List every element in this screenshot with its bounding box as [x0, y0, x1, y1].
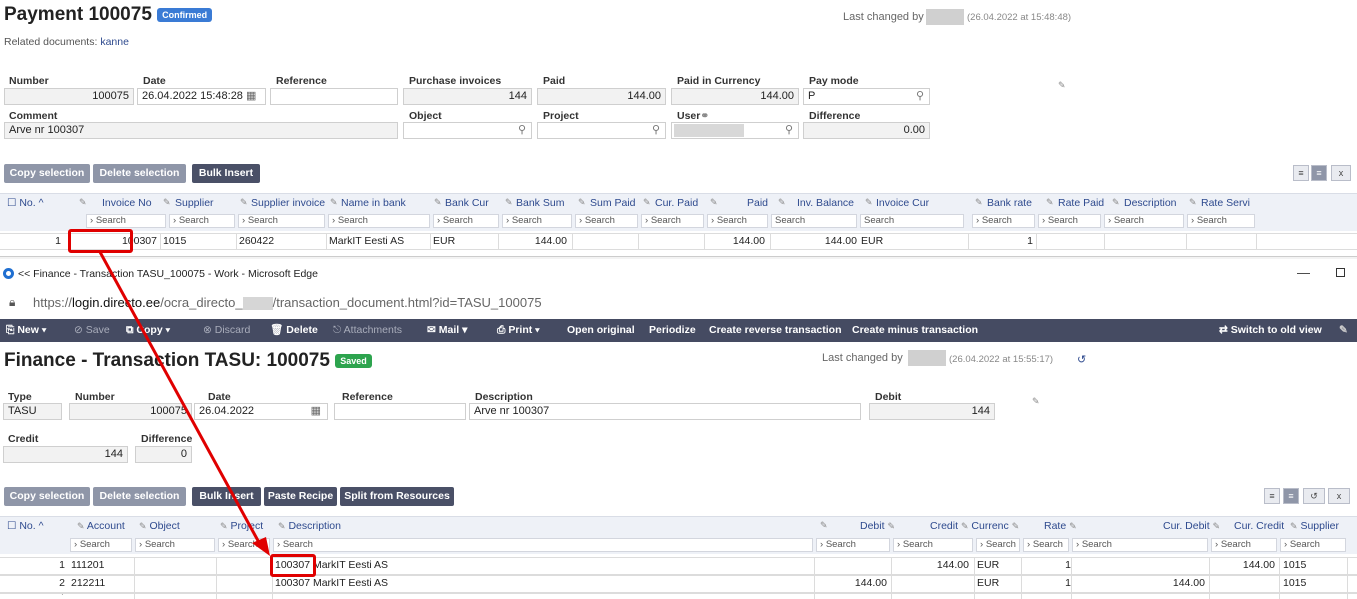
arrow-head	[252, 537, 270, 556]
arrow-line	[98, 251, 264, 549]
annotation-arrow	[98, 251, 270, 556]
